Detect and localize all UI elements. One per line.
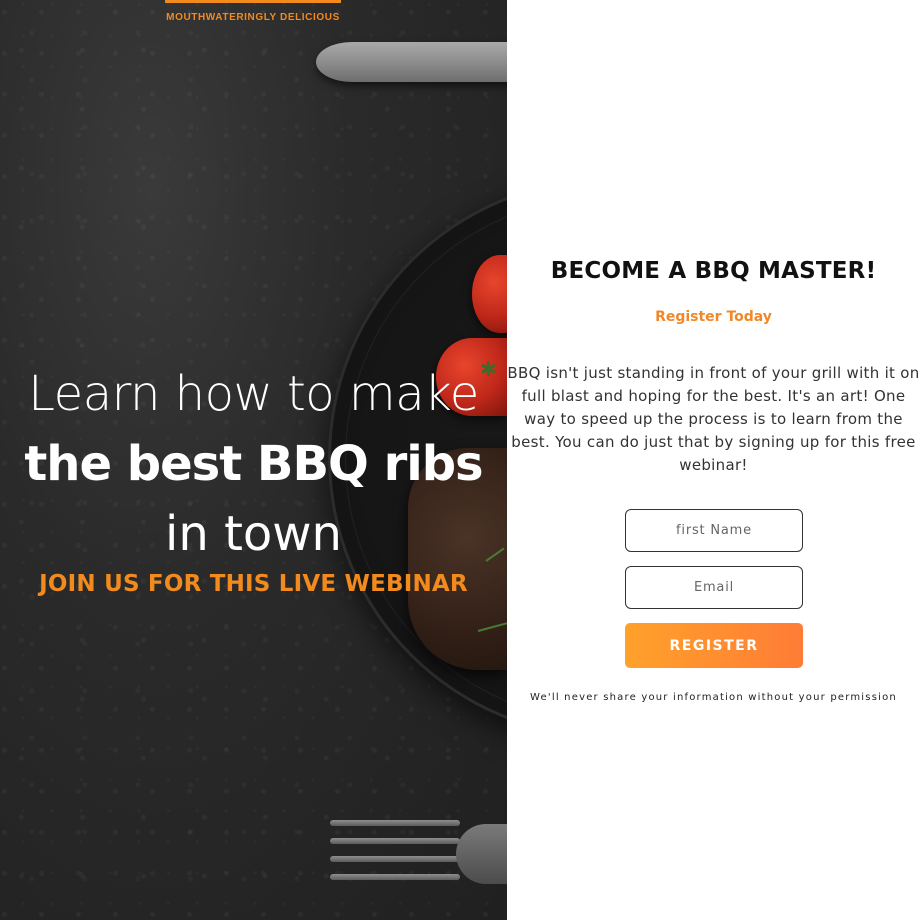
brand-logo-bar [165,0,341,3]
hero-headline: Learn how to make the best BBQ ribs in t… [0,362,507,598]
first-name-field[interactable] [625,509,803,552]
knife-image [316,42,507,82]
form-subtitle: Register Today [655,309,772,325]
webinar-callout: JOIN US FOR THIS LIVE WEBINAR [39,571,468,597]
email-field[interactable] [625,566,803,609]
hero-line-1: Learn how to make [28,366,479,422]
register-button[interactable]: REGISTER [625,623,803,668]
form-title: BECOME A BBQ MASTER! [550,258,877,284]
fork-image [330,818,507,888]
registration-panel: BECOME A BBQ MASTER! Register Today BBQ … [507,0,920,920]
brand-tagline: MOUTHWATERINGLY DELICIOUS [166,12,340,23]
landing-page: ✱ MOUTHWATERINGLY DELICIOUS Learn how to… [0,0,920,920]
hero-line-2: the best BBQ ribs [24,436,483,492]
privacy-note: We'll never share your information witho… [530,692,897,703]
hero-line-3: in town [165,506,342,562]
form-description: BBQ isn't just standing in front of your… [507,364,920,474]
hero-section: ✱ MOUTHWATERINGLY DELICIOUS Learn how to… [0,0,507,920]
